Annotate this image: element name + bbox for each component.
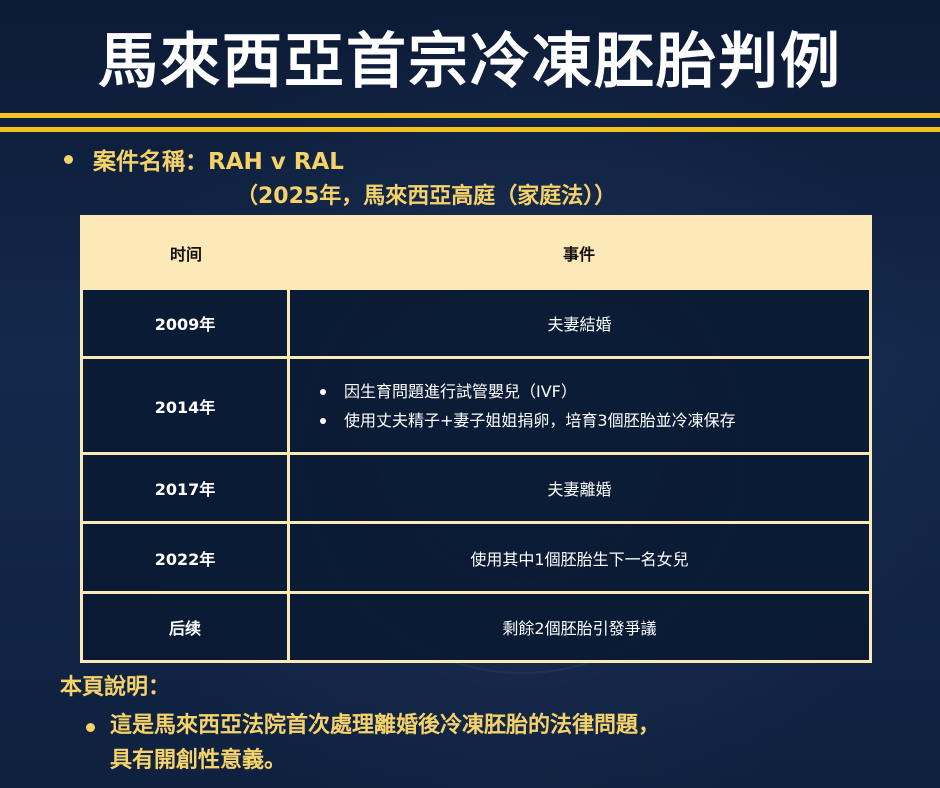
list-item: 使用丈夫精子+妻子姐姐捐卵，培育3個胚胎並冷凍保存 [318,406,869,435]
table-cell-event: 使用其中1個胚胎生下一名女兒 [470,549,689,569]
bullet-icon [86,723,95,732]
list-item: 因生育問題進行試管嬰兒（IVF） [318,377,869,406]
table-cell-year: 2022年 [154,549,216,569]
case-name: 案件名稱：RAH v RAL [93,149,344,175]
table-header-time: 时间 [83,218,289,288]
table-cell-event: 夫妻離婚 [547,480,612,499]
note-heading: 本頁說明： [60,675,171,700]
note-line-1: 這是馬來西亞法院首次處理離婚後冷凍胚胎的法律問題， [110,713,661,738]
table-cell-event: 剩餘2個胚胎引發爭議 [502,619,657,638]
note-line-2: 具有開創性意義。 [110,748,287,773]
case-name-line: 案件名稱：RAH v RAL [64,146,344,178]
gold-stripe-top [0,113,940,118]
event-bullet-list: 因生育問題進行試管嬰兒（IVF） 使用丈夫精子+妻子姐姐捐卵，培育3個胚胎並冷凍… [290,377,869,435]
page-title: 馬來西亞首宗冷凍胚胎判例 [98,27,842,97]
note-text: 這是馬來西亞法院首次處理離婚後冷凍胚胎的法律問題， 具有開創性意義。 [110,708,830,778]
table-cell-year: 2009年 [154,315,216,334]
table-cell-year: 2017年 [154,480,216,499]
table-cell-year: 后续 [168,619,201,638]
case-subtitle: （2025年，馬來西亞高庭（家庭法）） [236,184,617,209]
table-header-event: 事件 [289,218,869,288]
timeline-table: 时间 事件 2009年 夫妻結婚 2014年 因生育問題進行試管嬰兒（IVF） … [80,215,872,663]
gold-stripe-bottom [0,127,940,132]
bullet-icon [64,155,73,164]
table-cell-year: 2014年 [154,397,216,417]
table-cell-event: 夫妻結婚 [547,315,612,334]
table-cell-event-list: 因生育問題進行試管嬰兒（IVF） 使用丈夫精子+妻子姐姐捐卵，培育3個胚胎並冷凍… [290,359,869,452]
